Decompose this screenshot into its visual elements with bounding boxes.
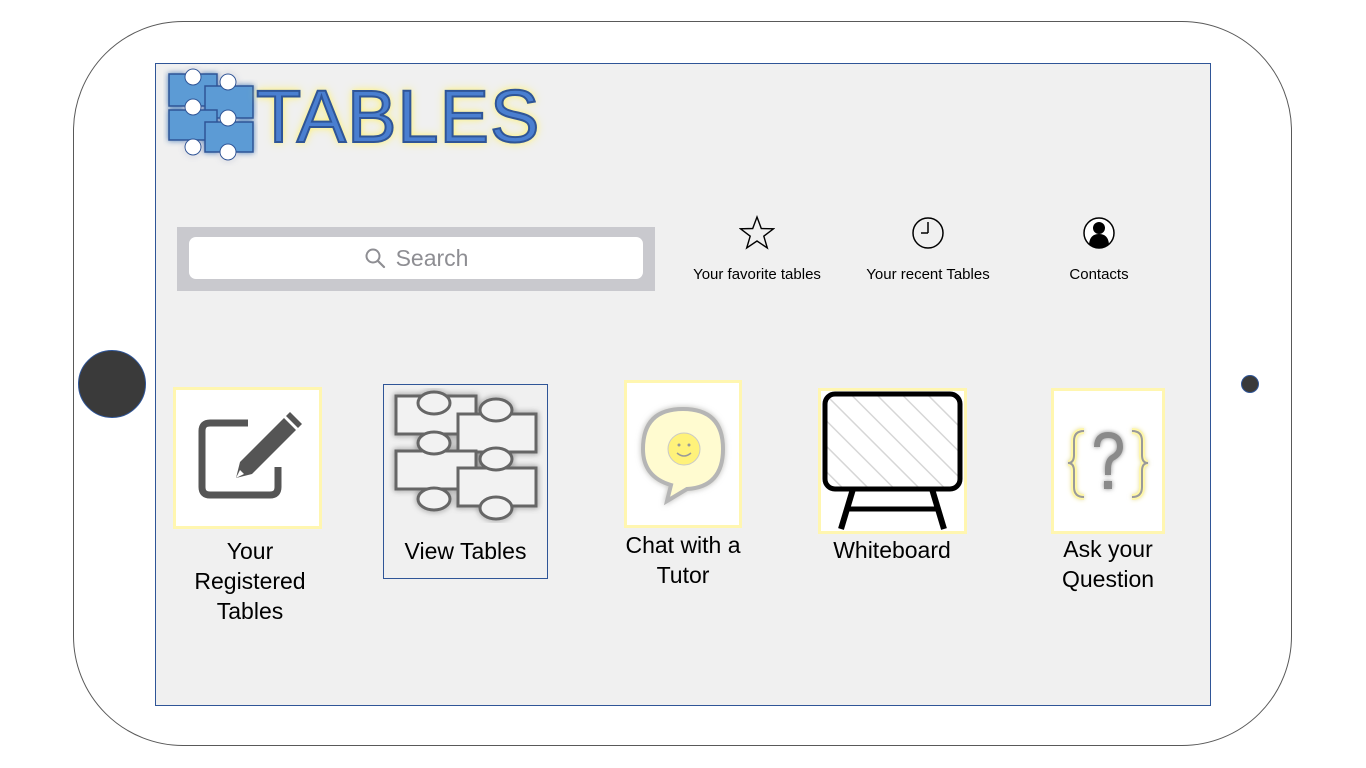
favorite-tables-label: Your favorite tables <box>693 266 821 283</box>
contacts-label: Contacts <box>1069 266 1129 283</box>
label-line: Question <box>1061 566 1155 592</box>
ask-question-label: Ask your Question <box>1018 534 1198 594</box>
question-braces-icon <box>1067 428 1149 500</box>
label-line: Tutor <box>656 562 710 588</box>
label-line: Ask your <box>1063 536 1153 562</box>
chat-tutor-tile[interactable] <box>627 383 739 525</box>
clock-icon <box>912 217 944 249</box>
puzzle-logo-icon <box>168 68 254 161</box>
ask-question-tile[interactable] <box>1054 391 1162 531</box>
home-button[interactable] <box>78 350 146 418</box>
whiteboard-label: Whiteboard <box>802 535 982 565</box>
search-icon <box>365 248 385 269</box>
camera <box>1241 375 1259 393</box>
search-input[interactable]: Search <box>189 237 643 279</box>
contact-icon <box>1083 217 1115 249</box>
view-tables-label: View Tables <box>383 536 548 566</box>
whiteboard-icon <box>822 391 963 530</box>
recent-tables-link[interactable]: Your recent Tables <box>838 212 1018 283</box>
logo-text: TABLES <box>255 74 541 159</box>
chat-tutor-label: Chat with a Tutor <box>593 530 773 590</box>
contacts-link[interactable]: Contacts <box>1009 212 1189 283</box>
recent-tables-label: Your recent Tables <box>866 266 990 283</box>
search-bar: Search <box>177 227 655 291</box>
chat-smiley-icon <box>640 406 726 506</box>
search-placeholder: Search <box>395 244 469 271</box>
registered-tables-label: Your Registered Tables <box>150 536 350 626</box>
label-line: Whiteboard <box>833 537 951 563</box>
app-logo: TABLES <box>163 66 540 166</box>
edit-icon <box>198 412 302 499</box>
label-line: Registered <box>194 568 306 594</box>
whiteboard-tile[interactable] <box>821 391 964 531</box>
favorite-tables-link[interactable]: Your favorite tables <box>667 212 847 283</box>
label-line: Tables <box>216 598 284 624</box>
label-line: Chat with a <box>625 532 741 558</box>
star-icon <box>739 215 775 250</box>
label-line: View Tables <box>404 538 527 564</box>
label-line: Your <box>226 538 274 564</box>
tables-icon <box>388 388 543 523</box>
registered-tables-tile[interactable] <box>176 390 319 526</box>
